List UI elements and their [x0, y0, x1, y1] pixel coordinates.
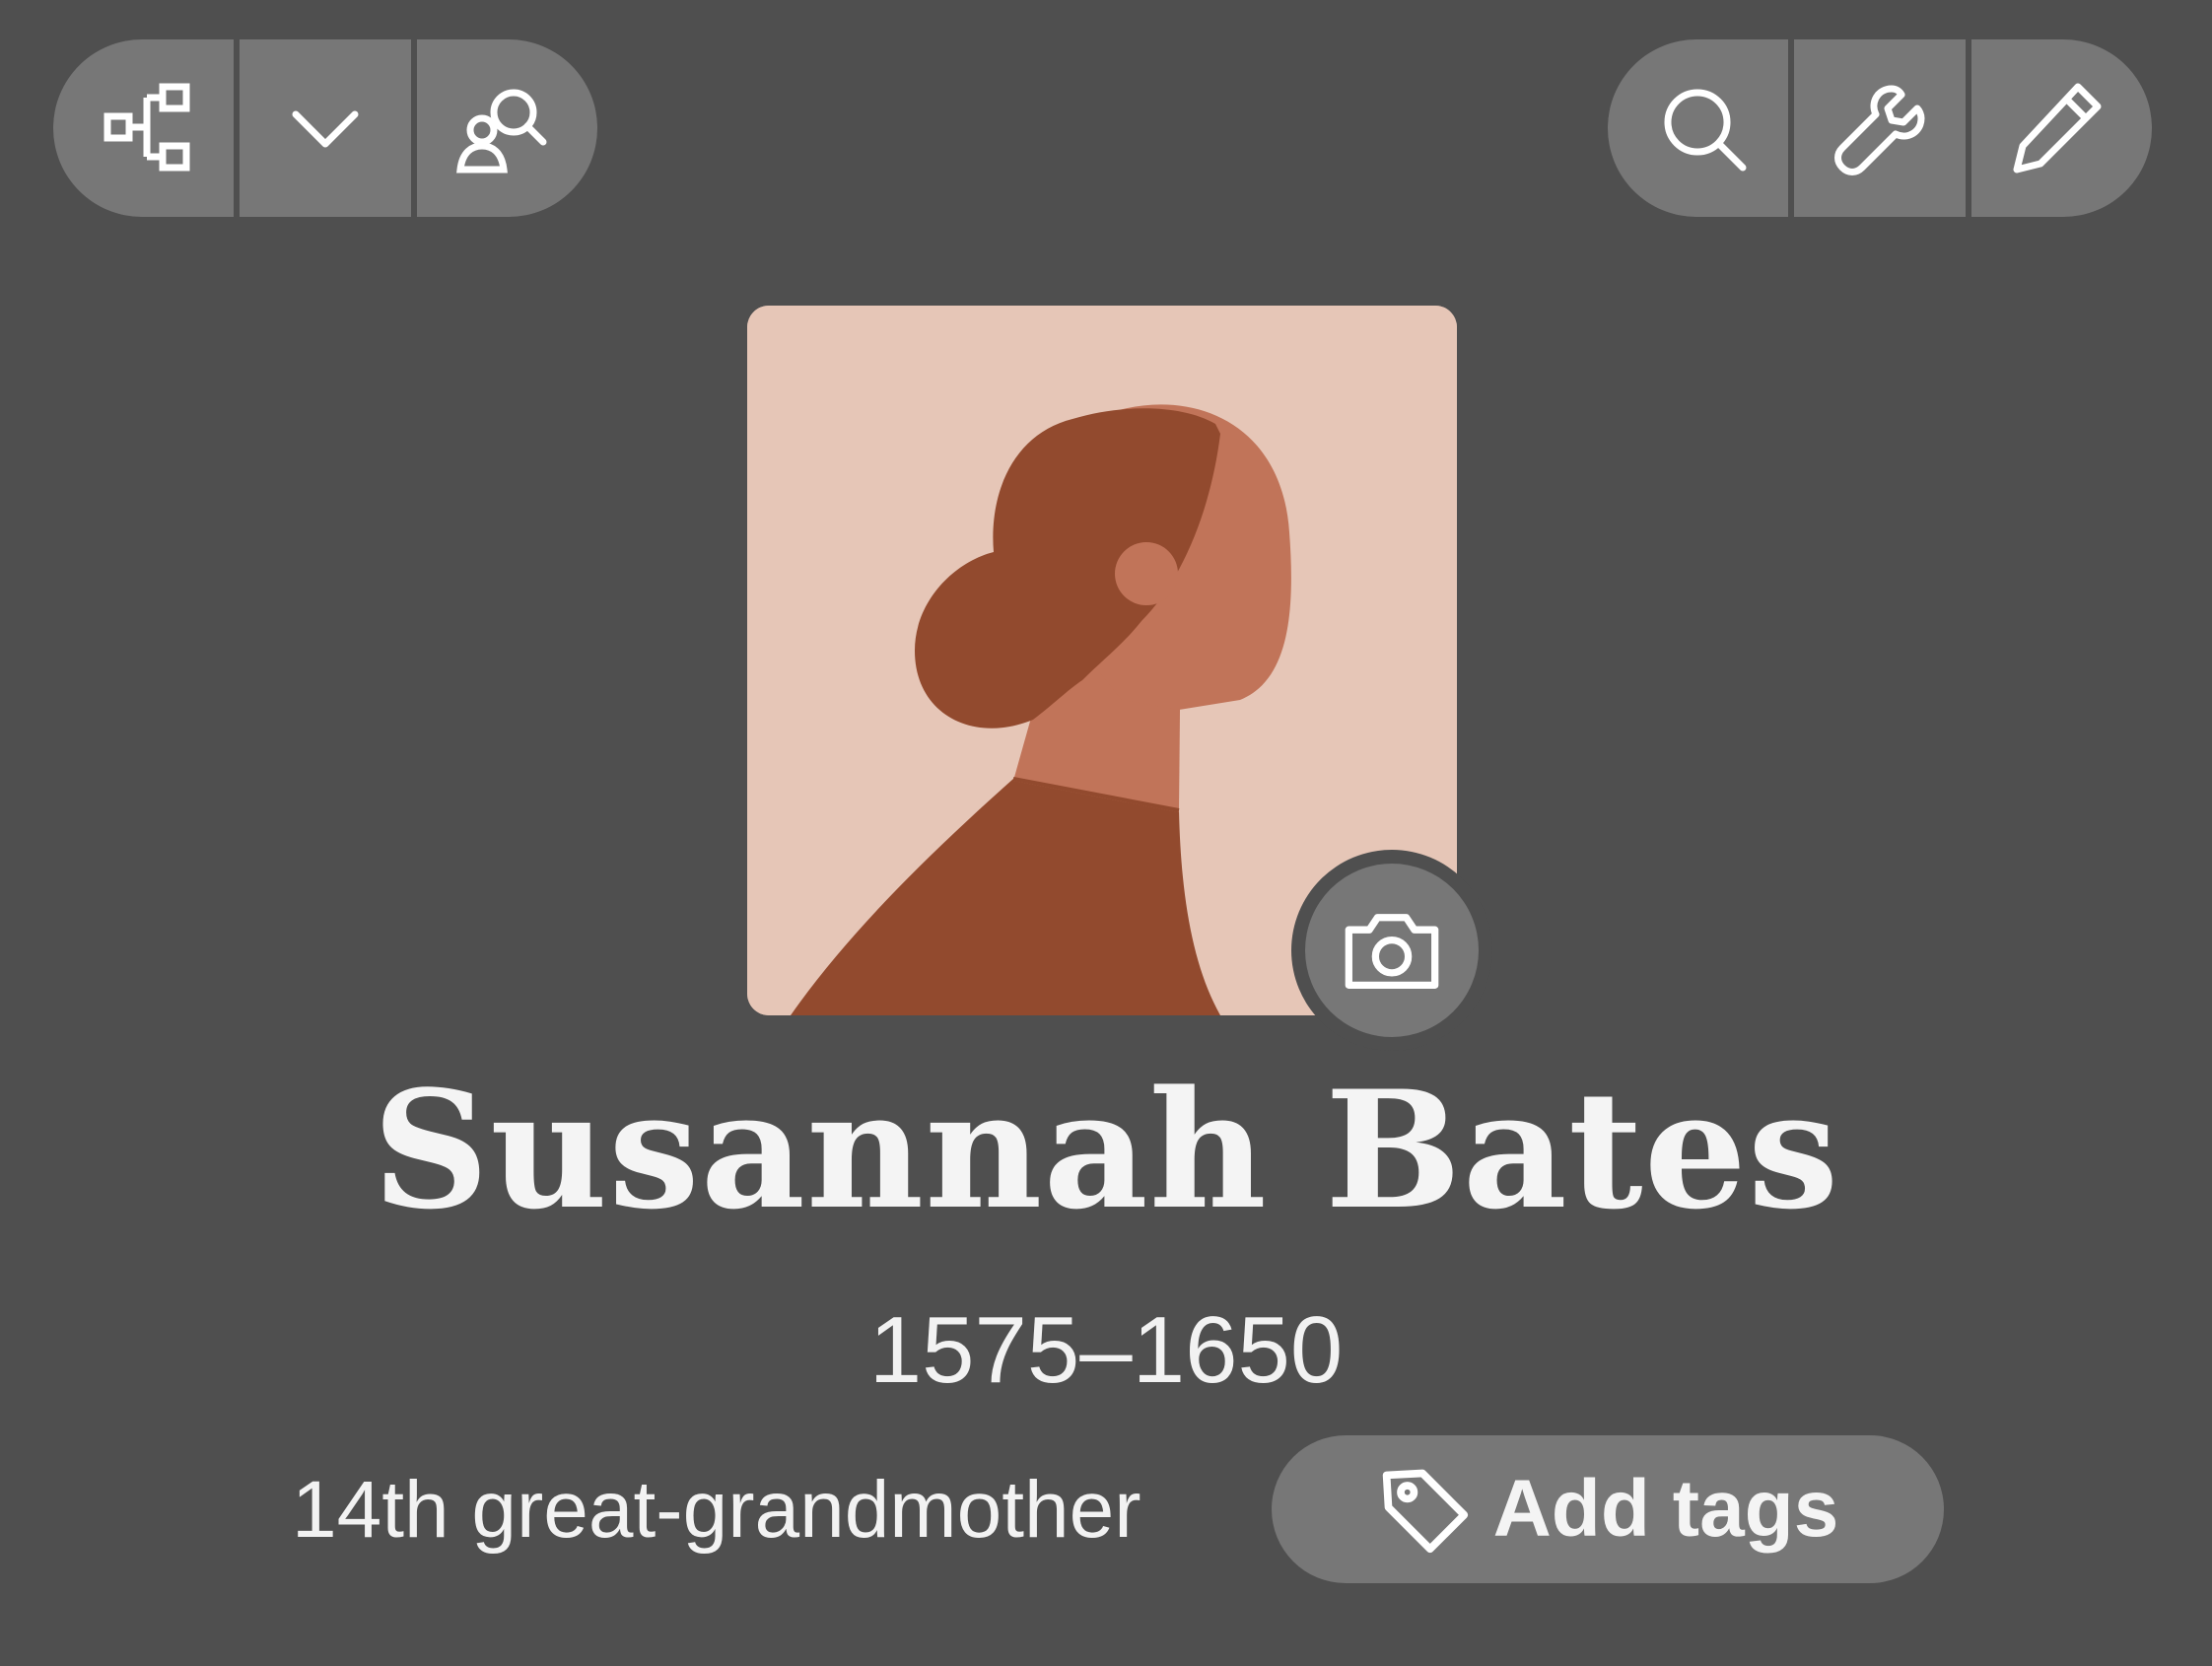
add-tags-label: Add tags: [1492, 1464, 1839, 1554]
relationship-label: 14th great-grandmother: [292, 1465, 1141, 1555]
family-tree-button[interactable]: [53, 39, 235, 217]
person-name: Susannah Bates: [372, 1055, 1840, 1245]
tools-button[interactable]: [1794, 39, 1966, 217]
person-search-button[interactable]: [416, 39, 597, 217]
right-toolbar: [1608, 39, 2152, 217]
family-tree-icon: [104, 83, 190, 172]
pencil-icon: [2013, 83, 2102, 174]
tag-icon: [1382, 1469, 1468, 1554]
view-options-dropdown[interactable]: [240, 39, 411, 217]
camera-icon: [1345, 914, 1439, 989]
add-tags-button[interactable]: Add tags: [1272, 1435, 1944, 1583]
lifespan: 1575–1650: [868, 1297, 1344, 1403]
wrench-icon: [1834, 85, 1925, 175]
person-search-icon: [456, 89, 547, 174]
search-icon: [1664, 89, 1747, 172]
search-button[interactable]: [1608, 39, 1789, 217]
left-toolbar: [53, 39, 597, 217]
change-photo-button[interactable]: [1291, 850, 1492, 1051]
chevron-down-icon: [292, 110, 359, 148]
camera-button-face: [1305, 864, 1479, 1037]
edit-button[interactable]: [1970, 39, 2152, 217]
